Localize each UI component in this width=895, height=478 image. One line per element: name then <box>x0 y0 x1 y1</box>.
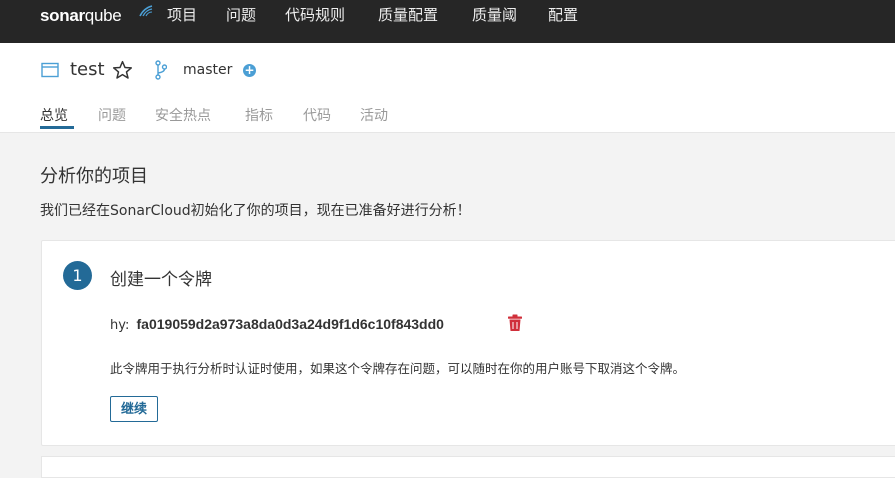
top-navigation-bar: sonarqube 项目 问题 代码规则 质量配置 质量阈 配置 <box>0 0 895 43</box>
token-description: 此令牌用于执行分析时认证时使用，如果这个令牌存在问题，可以随时在你的用户账号下取… <box>110 361 686 376</box>
step-title: 创建一个令牌 <box>110 270 212 290</box>
sonarqube-logo[interactable]: sonarqube <box>40 5 153 26</box>
add-branch-icon[interactable]: + <box>243 64 256 77</box>
project-name[interactable]: test <box>70 59 105 80</box>
branch-icon <box>155 60 167 80</box>
token-value: fa019059d2a973a8da0d3a24d9f1d6c10f843dd0 <box>136 316 444 332</box>
nav-projects[interactable]: 项目 <box>167 4 197 26</box>
nav-rules[interactable]: 代码规则 <box>285 4 345 26</box>
active-tab-indicator <box>40 126 74 129</box>
step-number-badge: 1 <box>63 261 92 290</box>
continue-button[interactable]: 继续 <box>110 396 159 422</box>
nav-quality-gates[interactable]: 质量阈 <box>472 4 517 26</box>
tab-code[interactable]: 代码 <box>303 105 331 125</box>
project-header: test master + 总览 问题 安全热点 指标 代码 活动 <box>0 43 895 133</box>
star-icon[interactable] <box>112 60 133 80</box>
logo-waves-icon <box>139 5 153 17</box>
nav-administration[interactable]: 配置 <box>548 4 578 26</box>
token-line: hy: fa019059d2a973a8da0d3a24d9f1d6c10f84… <box>110 316 444 333</box>
trash-icon[interactable] <box>507 314 523 332</box>
tab-activity[interactable]: 活动 <box>360 105 388 125</box>
branch-name[interactable]: master <box>183 62 232 78</box>
folder-icon <box>41 62 59 78</box>
nav-quality-profiles[interactable]: 质量配置 <box>378 4 438 26</box>
token-name: hy: <box>110 318 130 333</box>
tab-measures[interactable]: 指标 <box>245 105 273 125</box>
nav-issues[interactable]: 问题 <box>226 4 256 26</box>
step-card-create-token: 1 创建一个令牌 hy: fa019059d2a973a8da0d3a24d9f… <box>41 240 895 446</box>
tab-issues[interactable]: 问题 <box>98 105 126 125</box>
tab-overview[interactable]: 总览 <box>40 105 68 125</box>
page-title: 分析你的项目 <box>40 166 148 187</box>
next-step-card <box>41 456 895 478</box>
page-subtitle: 我们已经在SonarCloud初始化了你的项目，现在已准备好进行分析！ <box>40 203 471 219</box>
tab-security-hotspots[interactable]: 安全热点 <box>155 105 211 125</box>
